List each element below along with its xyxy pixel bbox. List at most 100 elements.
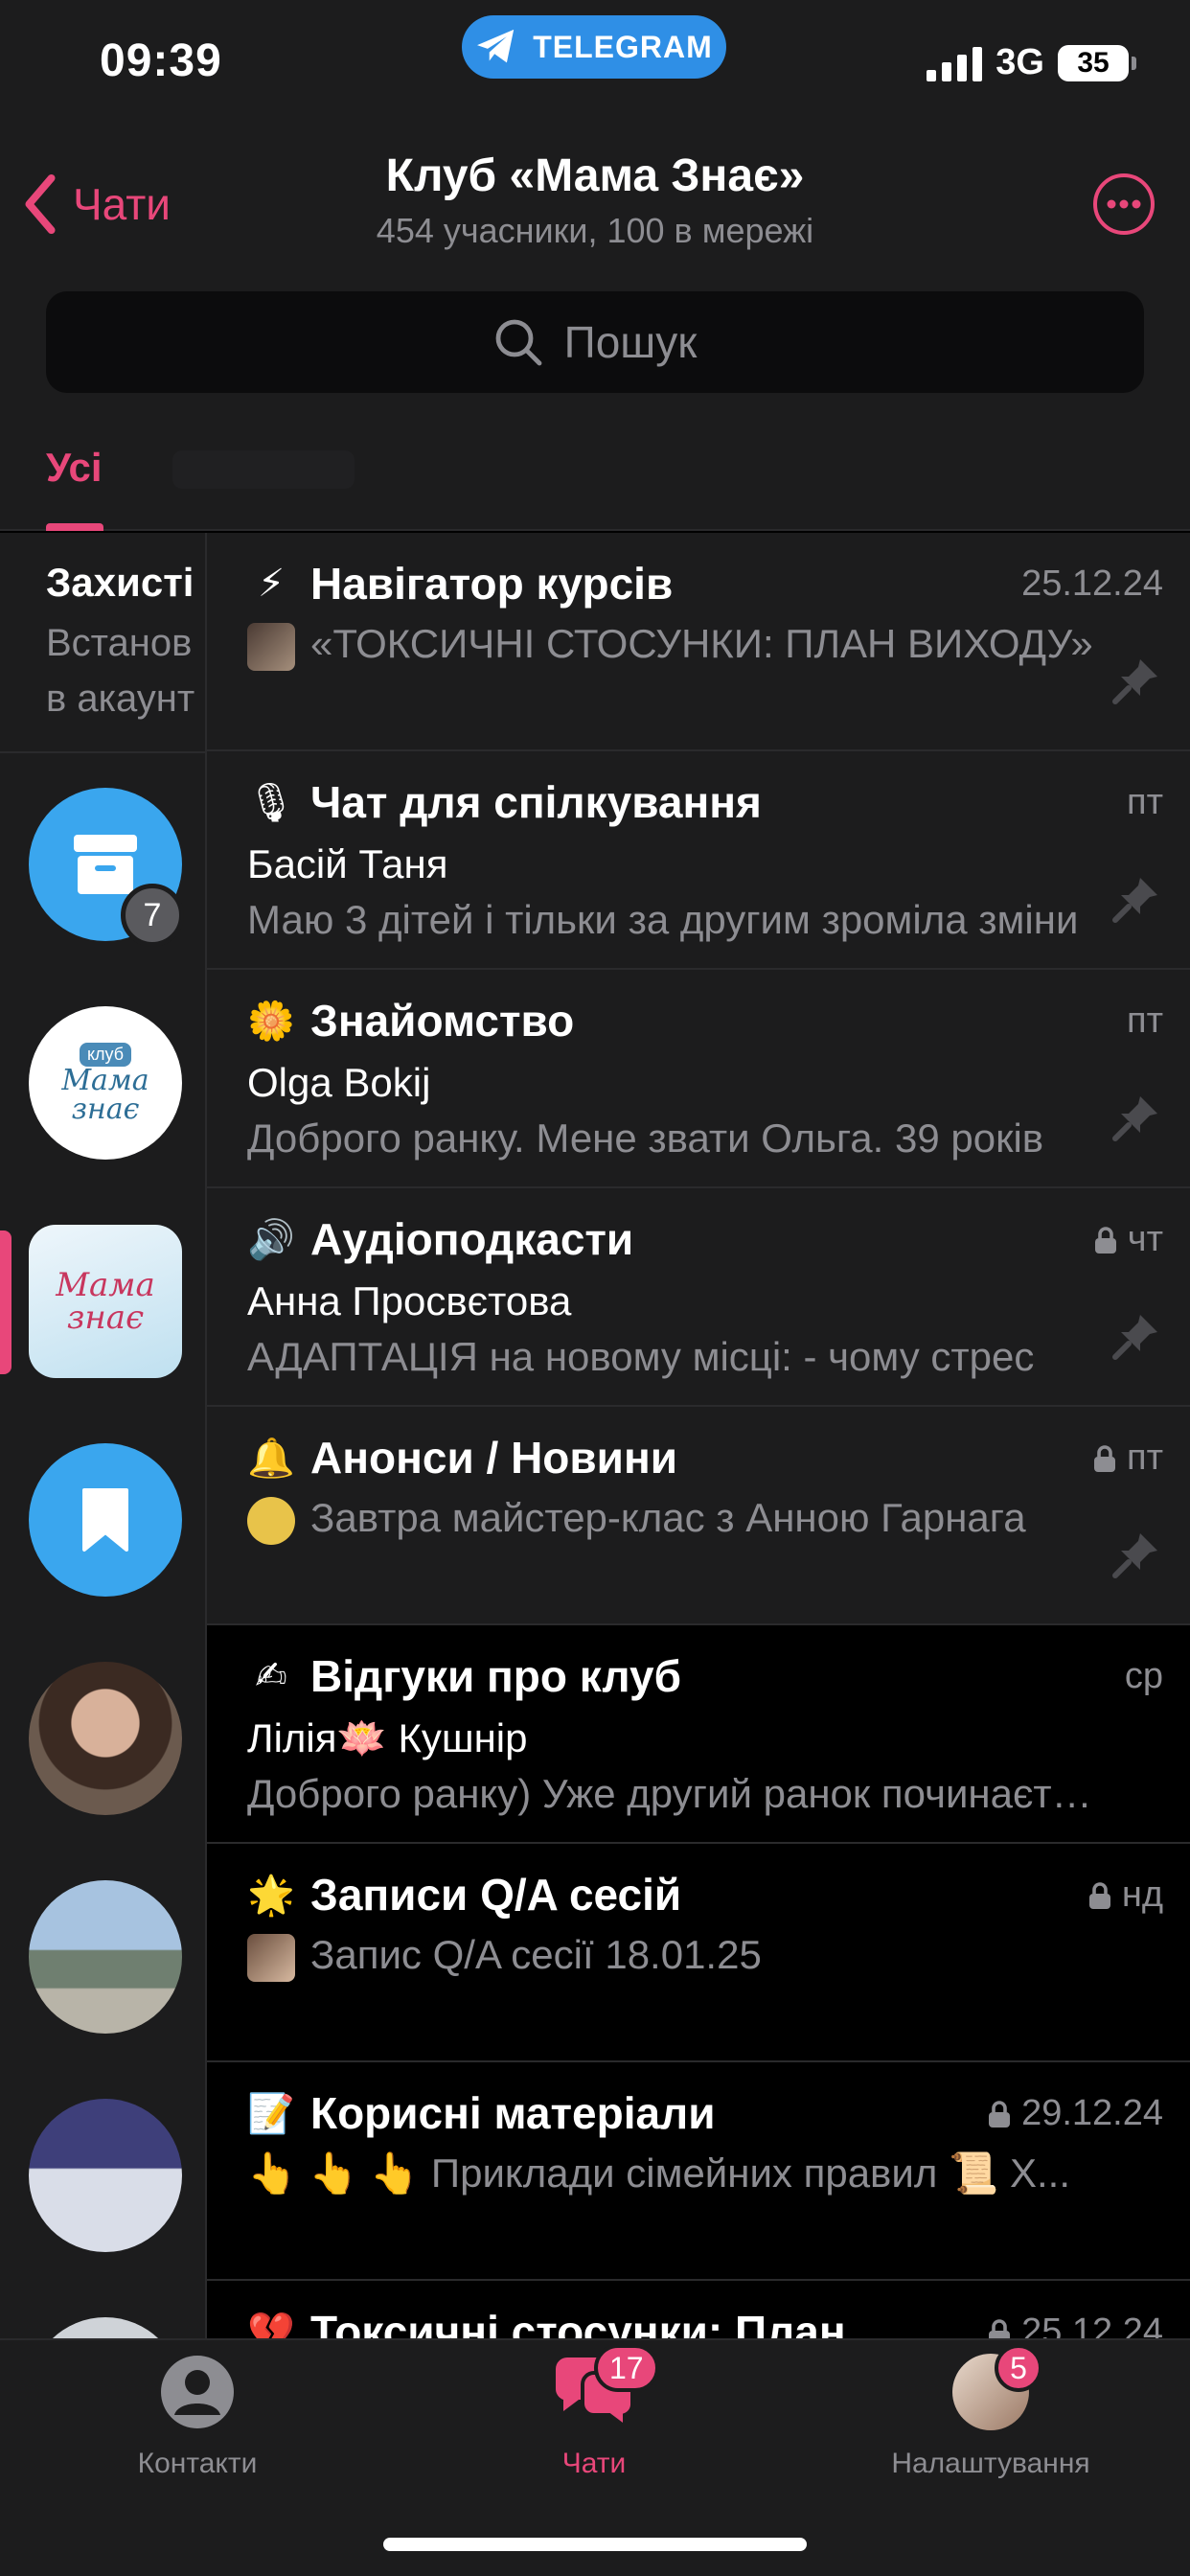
banner-line-1: Встанов <box>46 622 193 664</box>
media-thumbnail <box>247 622 295 671</box>
topic-name: Аудіоподкасти <box>310 1214 634 1264</box>
group-title[interactable]: Клуб «Мама Знає» <box>0 150 1190 202</box>
home-indicator[interactable] <box>383 2538 807 2551</box>
archive-count-badge: 7 <box>121 884 184 947</box>
folder-tabs: Усі <box>0 412 1190 531</box>
search-icon <box>495 319 542 366</box>
topic-emoji: 📝 <box>247 2092 295 2135</box>
topic-preview-text: «ТОКСИЧНІ СТОСУНКИ: ПЛАН ВИХОДУ» <box>310 621 1093 666</box>
tab-active-indicator <box>46 523 103 531</box>
topic-row[interactable]: 🔊 Аудіоподкасти чт Анна Просвєтова АДАПТ… <box>207 1188 1190 1407</box>
group-avatar-text: Мама знає <box>56 1266 155 1337</box>
topic-row[interactable]: 📝 Корисні матеріали 29.12.24 👆 👆 👆 Прикл… <box>207 2062 1190 2281</box>
topic-date: пт <box>1092 1438 1163 1479</box>
topic-row[interactable]: 🔔 Анонси / Новини пт Завтра майстер-клас… <box>207 1407 1190 1625</box>
lock-icon <box>1088 1881 1110 1909</box>
topic-preview: Запис Q/A сесії 18.01.25 <box>247 1932 1110 1982</box>
contact-avatar-3[interactable] <box>29 2099 182 2252</box>
settings-count-badge: 5 <box>995 2344 1042 2392</box>
topic-row[interactable]: 🌟 Записи Q/A сесій нд Запис Q/A сесії 18… <box>207 1844 1190 2062</box>
network-type: 3G <box>995 42 1044 82</box>
tab-all[interactable]: Усі <box>46 445 103 491</box>
topic-date: 25.12.24 <box>987 2312 1163 2338</box>
topic-preview: «ТОКСИЧНІ СТОСУНКИ: ПЛАН ВИХОДУ» <box>247 621 1110 671</box>
archive-icon <box>74 835 137 894</box>
search-placeholder: Пошук <box>563 317 698 367</box>
topic-row[interactable]: ✍ Відгуки про клуб ср Лілія🪷 Кушнір Добр… <box>207 1625 1190 1844</box>
club-logo-small: клуб <box>79 1042 132 1067</box>
topic-preview: 👆 👆 👆 Приклади сімейних правил 📜 Х... <box>247 2150 1070 2196</box>
telegram-plane-icon <box>477 29 515 63</box>
search-input[interactable]: Пошук <box>46 291 1144 393</box>
club-logo-text: Мама знає <box>61 1063 149 1126</box>
saved-messages-avatar[interactable] <box>29 1443 182 1597</box>
active-chat-indicator <box>0 1230 11 1374</box>
tab-settings[interactable]: 5 Налаштування <box>847 2344 1134 2480</box>
topic-row[interactable]: ⚡ Навігатор курсів 25.12.24 «ТОКСИЧНІ СТ… <box>207 533 1190 751</box>
topic-name: Чат для спілкування <box>310 777 762 827</box>
pin-icon <box>1112 1096 1157 1141</box>
topic-name: Корисні матеріали <box>310 2088 716 2138</box>
more-options-icon[interactable] <box>1092 172 1156 236</box>
lock-icon <box>1094 1226 1116 1254</box>
security-banner[interactable]: Захисті Встанов в акаунт <box>0 533 205 753</box>
topic-row[interactable]: 💔 Токсичні стосунки: План 25.12.24 <box>207 2281 1190 2338</box>
topic-date: пт <box>1127 1000 1163 1042</box>
lock-icon <box>989 2318 1011 2338</box>
chat-rail: Захисті Встанов в акаунт 7 клуб Мама зна… <box>0 533 207 2338</box>
tab-contacts[interactable]: Контакти <box>54 2354 341 2480</box>
topic-name: Токсичні стосунки: План <box>310 2307 846 2338</box>
topic-emoji: 🌼 <box>247 1000 295 1043</box>
topic-sender: Лілія🪷 Кушнір <box>247 1715 528 1760</box>
topic-date-text: чт <box>1127 1219 1163 1259</box>
battery-icon: 35 <box>1058 44 1136 81</box>
contact-avatar-2[interactable] <box>29 1880 182 2034</box>
sticker-thumbnail <box>247 1496 295 1545</box>
banner-text: Встанов в акаунт <box>46 615 195 726</box>
topic-date: чт <box>1093 1219 1163 1260</box>
lock-icon <box>1094 1444 1116 1472</box>
tab-contacts-label: Контакти <box>137 2448 258 2479</box>
topic-date-text: 25.12.24 <box>1021 2312 1163 2338</box>
topic-date-text: 29.12.24 <box>1021 2093 1163 2133</box>
status-bar: 09:39 TELEGRAM 3G 35 <box>0 0 1190 134</box>
profile-avatar: 5 <box>952 2344 1042 2430</box>
topic-date-text: 25.12.24 <box>1021 564 1163 604</box>
topic-name: Анонси / Новини <box>310 1433 678 1483</box>
pin-icon <box>1112 878 1157 923</box>
chats-count-badge: 17 <box>594 2344 659 2392</box>
contact-avatar-4[interactable] <box>29 2317 182 2338</box>
topic-preview: АДАПТАЦІЯ на новому місці: - чому стрес <box>247 1334 1035 1379</box>
telegram-pill[interactable]: TELEGRAM <box>462 15 726 79</box>
tab-settings-label: Налаштування <box>891 2448 1090 2479</box>
tab-chats[interactable]: 17 Чати <box>450 2344 738 2480</box>
banner-title: Захисті <box>46 560 195 605</box>
topic-row[interactable]: 🎙 Чат для спілкування пт Басій Таня Маю … <box>207 751 1190 970</box>
topic-preview: Доброго ранку) Уже другий ранок починаєт… <box>247 1771 1110 1816</box>
topic-name: Знайомство <box>310 996 575 1046</box>
topic-date: 29.12.24 <box>987 2093 1163 2134</box>
club-logo-avatar[interactable]: клуб Мама знає <box>29 1006 182 1160</box>
topic-emoji: ✍ <box>255 1655 287 1697</box>
bookmark-icon <box>82 1488 128 1552</box>
topic-emoji: 🌟 <box>247 1874 295 1917</box>
topic-name: Записи Q/A сесій <box>310 1870 682 1920</box>
chat-bubbles-icon: 17 <box>555 2344 659 2430</box>
topic-row[interactable]: 🌼 Знайомство пт Olga Bokij Доброго ранку… <box>207 970 1190 1188</box>
topic-preview-text: Завтра майстер-клас з Анною Гарнага <box>310 1495 1026 1540</box>
contact-avatar-1[interactable] <box>29 1662 182 1815</box>
topic-emoji: ⚡ <box>257 563 286 605</box>
topic-emoji: 💔 <box>247 2311 295 2339</box>
topic-name: Навігатор курсів <box>310 559 674 609</box>
group-avatar[interactable]: Мама знає <box>29 1225 182 1378</box>
tab-placeholder[interactable] <box>172 450 355 489</box>
topic-date: ср <box>1125 1656 1163 1697</box>
search-area: Пошук <box>0 288 1190 412</box>
status-indicators: 3G 35 <box>927 42 1136 83</box>
topic-emoji: 🎙 <box>246 781 296 824</box>
topic-date-text: ср <box>1124 1656 1163 1696</box>
group-subtitle: 454 учасники, 100 в мережі <box>376 211 814 250</box>
topic-sender: Анна Просвєтова <box>247 1278 572 1323</box>
person-icon <box>159 2354 236 2430</box>
status-time: 09:39 <box>100 35 222 86</box>
